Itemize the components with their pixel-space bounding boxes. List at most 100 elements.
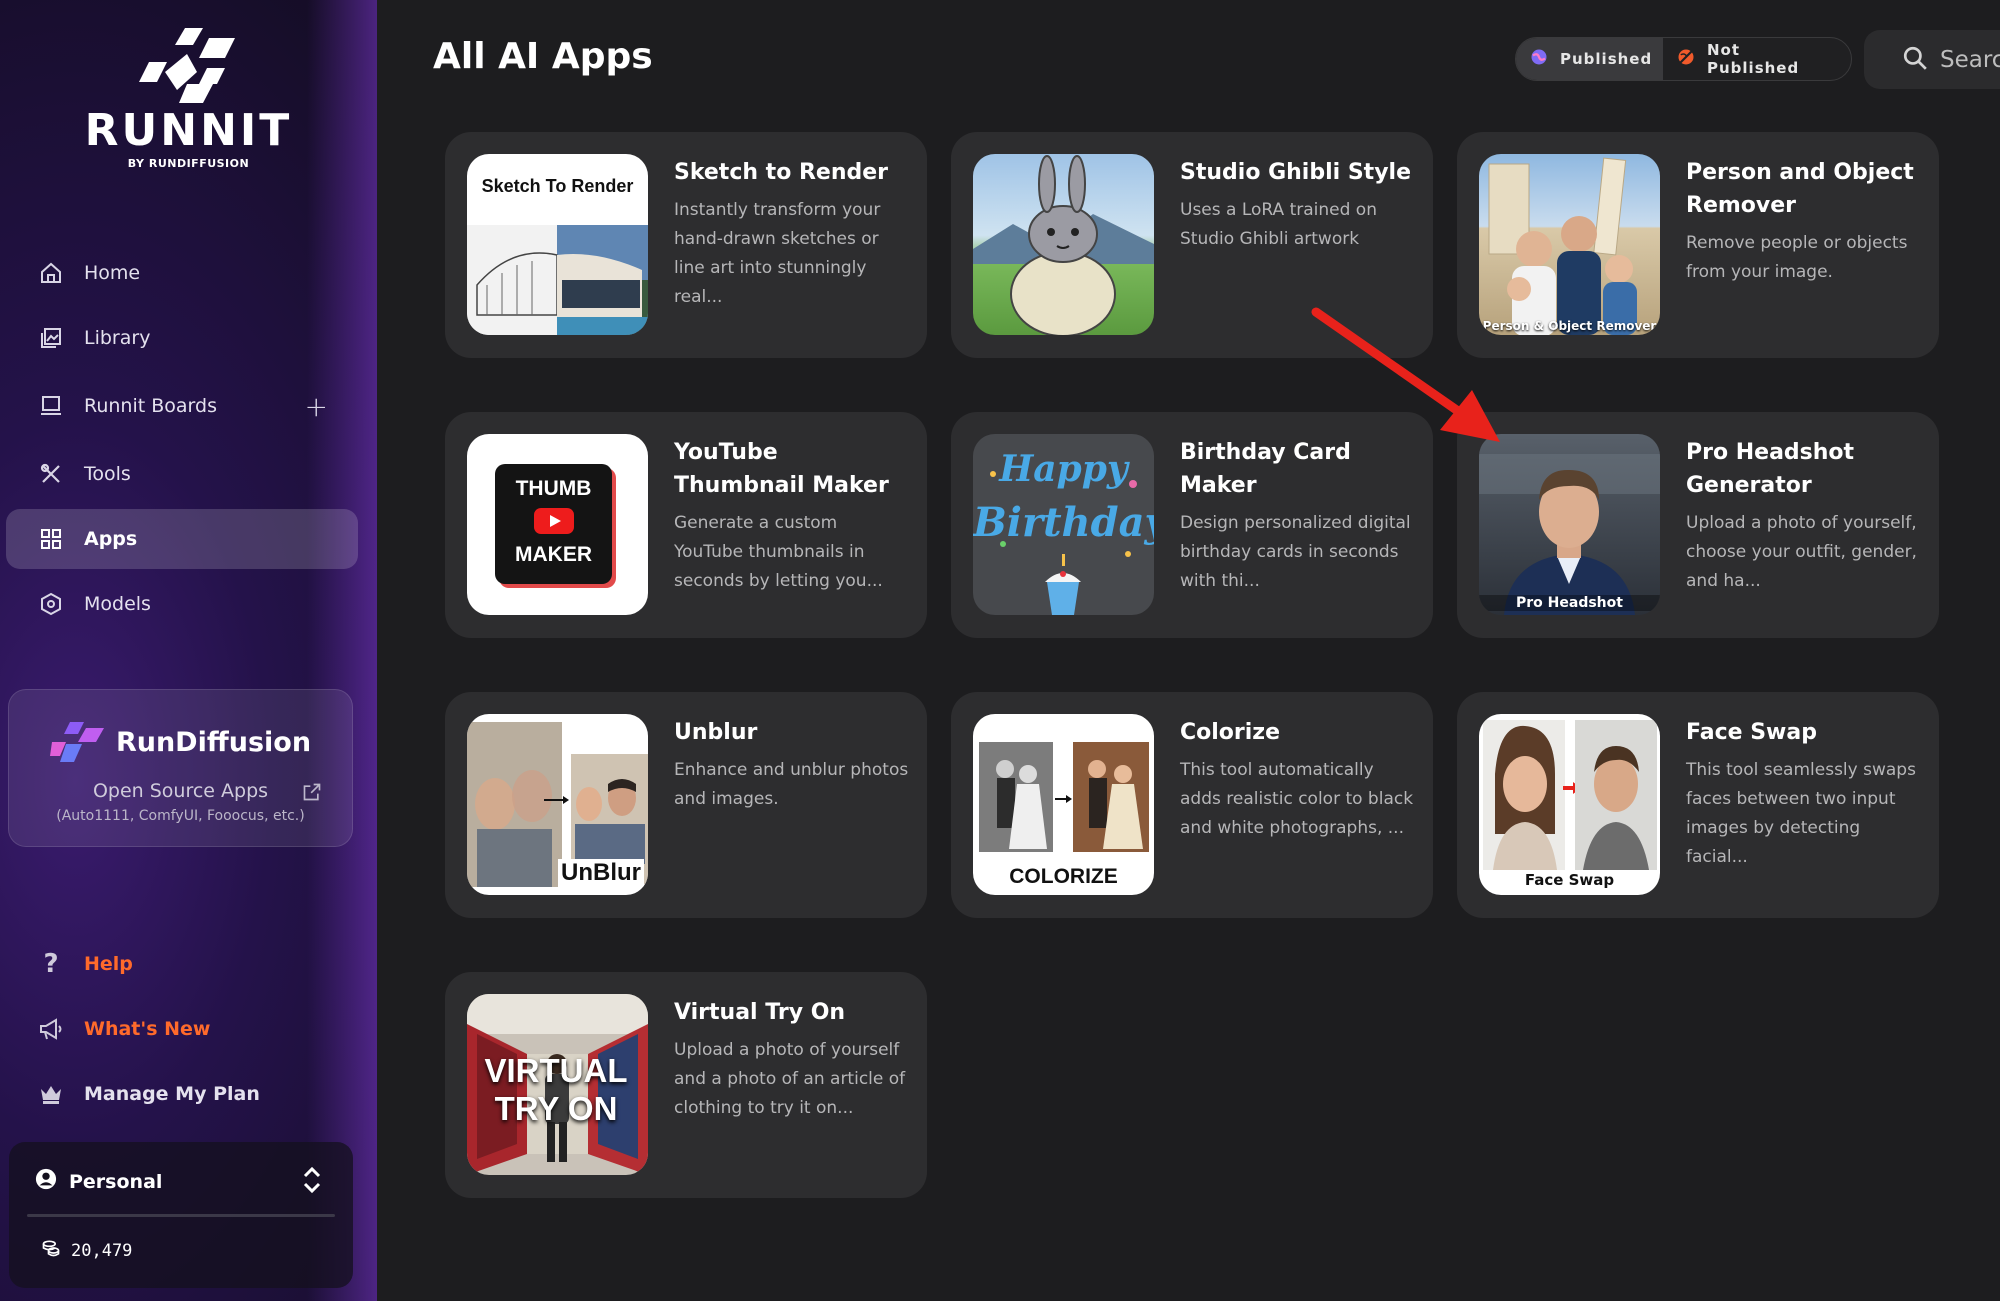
brand-name: RUNNIT xyxy=(84,105,293,156)
account-name: Personal xyxy=(69,1170,163,1193)
app-description: Instantly transform your hand-drawn sket… xyxy=(674,200,881,307)
apps-grid-icon xyxy=(38,526,64,552)
app-thumbnail: Face Swap xyxy=(1479,714,1660,895)
not-published-label: Not Published xyxy=(1707,41,1800,77)
app-card-person-object-remover[interactable]: Person & Object Remover Person and Objec… xyxy=(1457,132,1939,358)
nav-item-help[interactable]: ? Help xyxy=(6,934,358,994)
tools-icon xyxy=(38,461,64,487)
promo-subtitle: Open Source Apps xyxy=(92,780,269,802)
not-published-filter-button[interactable]: Not Published xyxy=(1663,38,1851,80)
app-title: Person and Object Remover xyxy=(1686,160,1914,218)
app-thumbnail: VIRTUAL TRY ON xyxy=(467,994,648,1175)
app-description: This tool automatically adds realistic c… xyxy=(1180,760,1414,838)
annotation-arrow-icon xyxy=(1311,307,1500,442)
nav-label: Library xyxy=(84,327,151,349)
user-icon xyxy=(35,1168,57,1195)
nav-item-runnit-boards[interactable]: Runnit Boards + xyxy=(6,376,358,436)
add-board-button[interactable]: + xyxy=(305,390,328,423)
home-icon xyxy=(38,260,64,286)
thumbnail-label: COLORIZE xyxy=(1009,865,1118,888)
youtube-play-icon xyxy=(533,508,574,534)
app-title: YouTube Thumbnail Maker xyxy=(674,440,889,498)
nav-label: Help xyxy=(84,953,133,975)
app-description: Generate a custom YouTube thumbnails in … xyxy=(674,513,883,591)
cupcake-icon xyxy=(990,471,1137,615)
globe-icon xyxy=(1530,48,1548,70)
app-title: Pro Headshot Generator xyxy=(1686,440,1855,498)
brand-logo[interactable]: RUNNIT BY RUNDIFFUSION xyxy=(0,28,377,170)
nav-item-tools[interactable]: Tools xyxy=(6,444,358,504)
app-card-unblur[interactable]: UnBlur Unblur Enhance and unblur photos … xyxy=(445,692,927,918)
app-thumbnail: Happy Birthday xyxy=(973,434,1154,615)
coins-icon xyxy=(41,1238,61,1263)
library-icon xyxy=(38,325,64,351)
publish-filter-toggle: Published Not Published xyxy=(1515,37,1852,81)
app-card-face-swap[interactable]: Face Swap Face Swap This tool seamlessly… xyxy=(1457,692,1939,918)
app-thumbnail: COLORIZE xyxy=(973,714,1154,895)
question-icon: ? xyxy=(43,949,59,979)
nav-label: Runnit Boards xyxy=(84,395,217,417)
crown-icon xyxy=(38,1081,64,1107)
thumb-maker-logo: THUMB MAKER xyxy=(495,464,612,584)
face-swap-illustration xyxy=(1483,720,1657,870)
app-card-virtual-try-on[interactable]: VIRTUAL TRY ON Virtual Try On Upload a p… xyxy=(445,972,927,1198)
rundiffusion-promo-card[interactable]: RunDiffusion Open Source Apps (Auto1111,… xyxy=(8,689,353,847)
nav-item-apps[interactable]: Apps xyxy=(6,509,358,569)
rundiffusion-logo-icon xyxy=(49,722,104,762)
nav-label: Tools xyxy=(84,463,131,485)
main-nav: Home Library Runnit Boards + Tools Apps … xyxy=(6,243,358,639)
external-link-icon[interactable] xyxy=(302,782,322,806)
thumbnail-label: Pro Headshot xyxy=(1479,595,1660,611)
chevron-updown-icon[interactable] xyxy=(301,1164,323,1200)
nav-item-manage-plan[interactable]: Manage My Plan xyxy=(6,1064,358,1124)
app-thumbnail: Sketch To Render xyxy=(467,154,648,335)
account-switcher[interactable]: Personal 20,479 xyxy=(9,1142,353,1288)
app-description: Design personalized digital birthday car… xyxy=(1180,513,1411,591)
published-filter-button[interactable]: Published xyxy=(1516,38,1663,80)
rabbit-illustration xyxy=(973,155,1154,335)
app-card-pro-headshot-generator[interactable]: Pro Headshot Pro Headshot Generator Uplo… xyxy=(1457,412,1939,638)
divider xyxy=(27,1214,335,1217)
app-card-sketch-to-render[interactable]: Sketch To Render Sketch to Render Instan… xyxy=(445,132,927,358)
globe-off-icon xyxy=(1677,48,1695,70)
sidebar: RUNNIT BY RUNDIFFUSION Home Library Runn… xyxy=(0,0,377,1301)
nav-item-library[interactable]: Library xyxy=(6,308,358,368)
app-description: This tool seamlessly swaps faces between… xyxy=(1686,760,1916,867)
megaphone-icon xyxy=(38,1016,64,1042)
nav-label: Manage My Plan xyxy=(84,1083,260,1105)
credits-value: 20,479 xyxy=(71,1240,133,1261)
credits-balance: 20,479 xyxy=(41,1238,132,1263)
secondary-nav: ? Help What's New Manage My Plan xyxy=(6,934,358,1129)
search-label: Search xyxy=(1940,46,2000,73)
nav-label: What's New xyxy=(84,1018,211,1040)
app-description: Upload a photo of yourself, choose your … xyxy=(1686,513,1917,591)
app-thumbnail: THUMB MAKER xyxy=(467,434,648,615)
app-thumbnail: UnBlur xyxy=(467,714,648,895)
nav-label: Home xyxy=(84,262,141,284)
app-title: Colorize xyxy=(1180,720,1281,745)
app-title: Unblur xyxy=(674,720,758,745)
app-thumbnail xyxy=(973,154,1154,335)
thumbnail-label: UnBlur xyxy=(558,859,644,887)
thumbnail-label: Sketch To Render xyxy=(481,176,634,196)
thumbnail-label: Face Swap xyxy=(1524,871,1615,889)
app-card-colorize[interactable]: COLORIZE Colorize This tool automaticall… xyxy=(951,692,1433,918)
search-button[interactable]: Search xyxy=(1864,30,2000,89)
nav-label: Models xyxy=(84,593,151,615)
thumbnail-label: VIRTUAL TRY ON xyxy=(484,1052,628,1127)
runnit-logo-mark-icon xyxy=(138,28,235,103)
app-title: Virtual Try On xyxy=(674,1000,846,1025)
app-description: Remove people or objects from your image… xyxy=(1686,233,1908,282)
app-card-youtube-thumbnail-maker[interactable]: THUMB MAKER YouTube Thumbnail Maker Gene… xyxy=(445,412,927,638)
headshot-illustration xyxy=(1479,454,1660,615)
models-icon xyxy=(38,591,64,617)
page-title: All AI Apps xyxy=(433,36,653,77)
app-title: Sketch to Render xyxy=(674,160,889,185)
nav-item-models[interactable]: Models xyxy=(6,574,358,634)
app-title: Face Swap xyxy=(1686,720,1817,745)
app-description: Enhance and unblur photos and images. xyxy=(674,760,909,809)
nav-item-home[interactable]: Home xyxy=(6,243,358,303)
app-thumbnail: Pro Headshot xyxy=(1479,434,1660,615)
nav-item-whats-new[interactable]: What's New xyxy=(6,999,358,1059)
app-title: Studio Ghibli Style xyxy=(1180,160,1411,185)
